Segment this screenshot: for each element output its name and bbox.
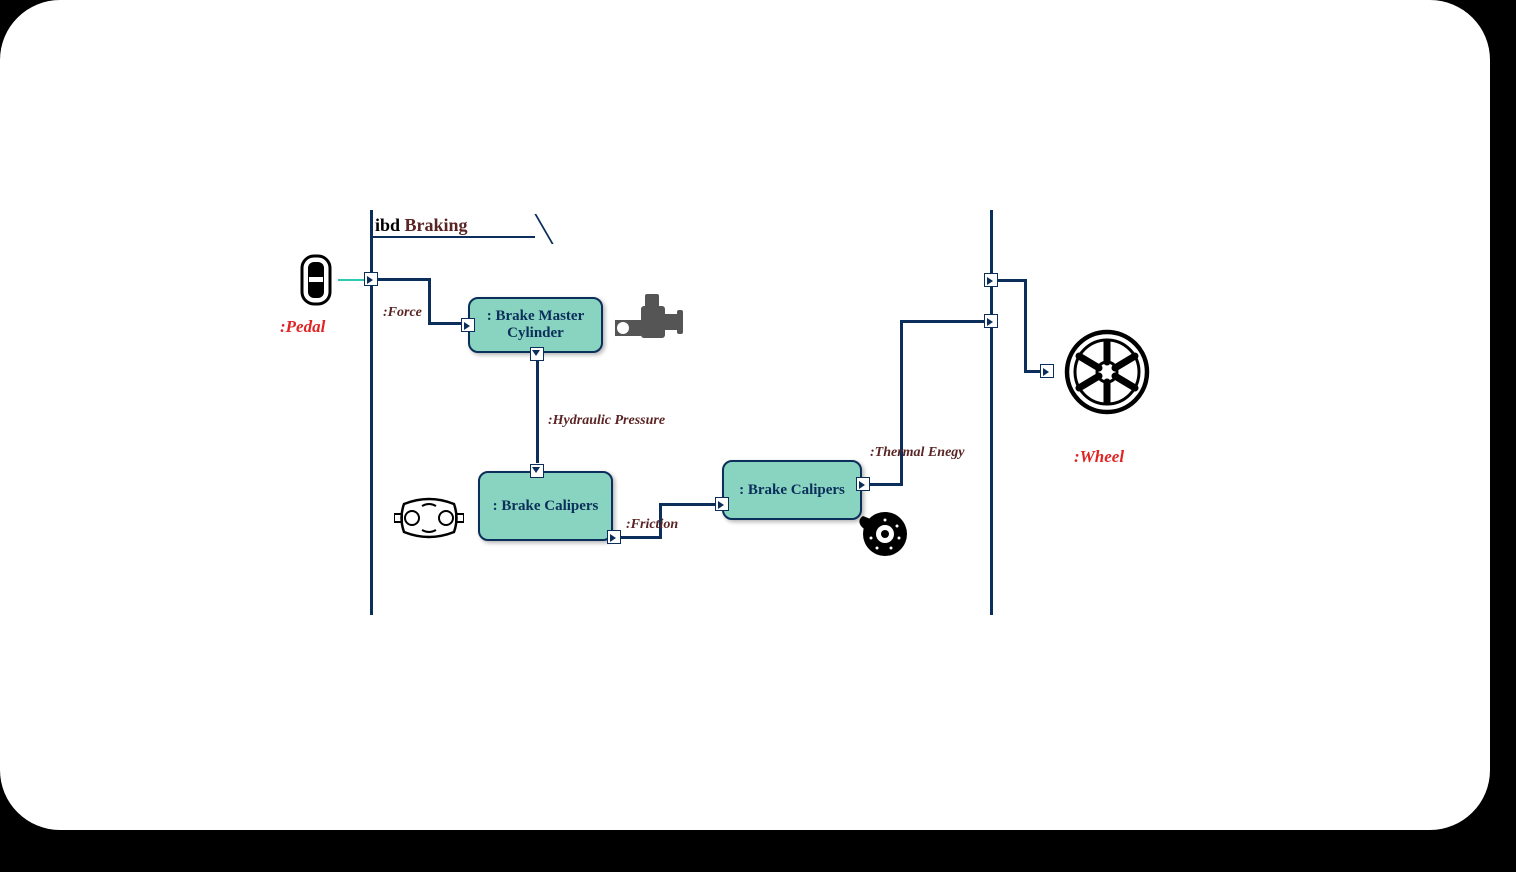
- wheel-icon: [1063, 328, 1151, 416]
- port-c2-in: [715, 497, 729, 511]
- pedal-icon: [298, 252, 334, 308]
- conn-thermal-h1: [870, 483, 902, 486]
- right-boundary: [990, 210, 993, 615]
- flow-thermal: :Thermal Enegy: [870, 445, 965, 461]
- block-calipers-1: : Brake Calipers: [478, 471, 613, 541]
- port-c1-out: [607, 530, 621, 544]
- block-calipers-2-label: : Brake Calipers: [739, 482, 845, 499]
- port-wheel: [1040, 364, 1054, 378]
- block-master-cylinder-label: : Brake Master Cylinder: [478, 308, 593, 342]
- left-boundary: [370, 210, 373, 615]
- port-c1-in: [530, 464, 544, 478]
- port-mc-in: [461, 318, 475, 332]
- conn-wheel-v: [1024, 279, 1027, 373]
- block-calipers-2: : Brake Calipers: [722, 460, 862, 520]
- conn-friction-h2: [659, 503, 719, 506]
- conn-thermal-h2: [900, 320, 990, 323]
- conn-friction-h1: [621, 536, 661, 539]
- pedal-label: :Pedal: [280, 317, 325, 337]
- port-exit-top: [984, 273, 998, 287]
- port-c2-out: [856, 477, 870, 491]
- flow-friction: :Friction: [626, 517, 678, 533]
- flow-force: :Force: [383, 305, 422, 321]
- conn-thermal-v: [900, 320, 903, 486]
- conn-force-h: [378, 278, 430, 281]
- port-mc-out: [530, 347, 544, 361]
- frame-prefix: ibd: [375, 215, 400, 235]
- caliper-icon: [394, 496, 464, 541]
- port-exit-mid: [984, 314, 998, 328]
- master-cylinder-icon: [615, 292, 685, 344]
- rotor-icon: [855, 508, 915, 560]
- port-entry: [364, 272, 378, 286]
- wheel-label: :Wheel: [1074, 447, 1124, 467]
- flow-hydraulic: :Hydraulic Pressure: [548, 413, 665, 429]
- conn-wheel-h1: [998, 279, 1026, 282]
- block-calipers-1-label: : Brake Calipers: [493, 498, 599, 515]
- diagram-card: ibd Braking :Pedal: [0, 0, 1490, 830]
- frame-title: ibd Braking: [375, 215, 468, 236]
- conn-hydraulic-v: [536, 361, 539, 463]
- conn-force-v: [428, 278, 431, 324]
- ibd-diagram: ibd Braking :Pedal: [290, 210, 1160, 615]
- block-master-cylinder: : Brake Master Cylinder: [468, 297, 603, 353]
- frame-name: Braking: [405, 215, 468, 235]
